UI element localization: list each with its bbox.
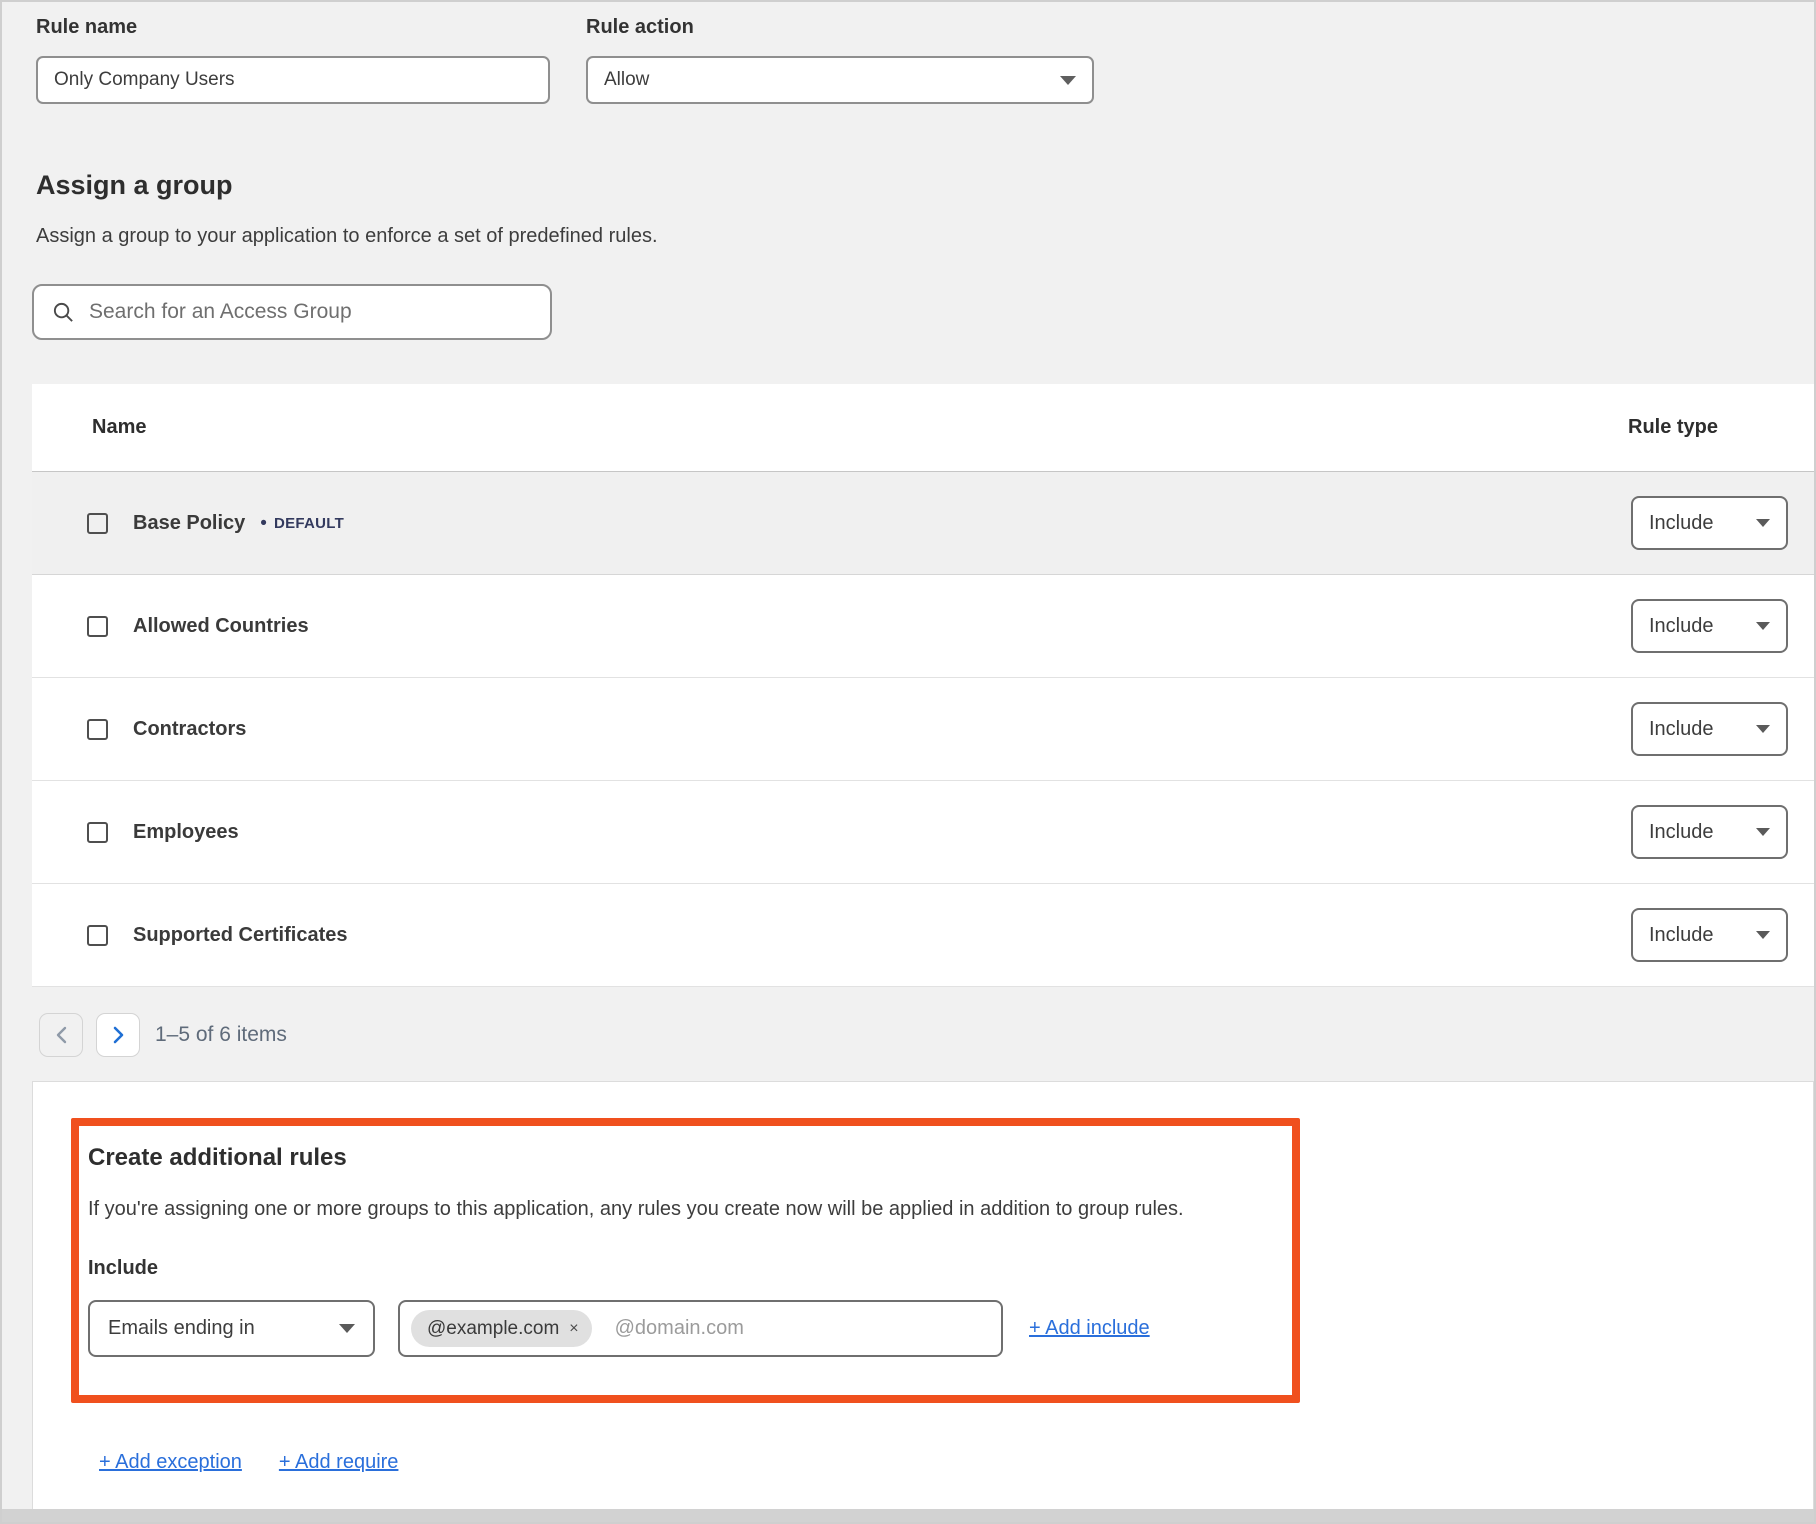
table-row-supported-certificates: Supported Certificates Include [32,884,1814,987]
email-domain-input[interactable] [615,1317,987,1340]
rule-type-value: Include [1649,718,1714,741]
table-row-contractors: Contractors Include [32,678,1814,781]
row-checkbox[interactable] [87,925,108,946]
rule-action-label: Rule action [586,16,1094,39]
include-label: Include [88,1257,1272,1280]
row-checkbox[interactable] [87,822,108,843]
default-badge: • DEFAULT [245,514,344,533]
rule-type-value: Include [1649,615,1714,638]
table-row-base-policy: Base Policy • DEFAULT Include [32,472,1814,575]
rule-name-field-group: Rule name [36,16,550,104]
rule-name-input[interactable] [54,69,532,91]
table-row-employees: Employees Include [32,781,1814,884]
rule-action-select[interactable]: Allow [586,56,1094,104]
row-name: Employees [133,821,239,844]
row-name: Supported Certificates [133,924,347,947]
additional-rules-description: If you're assigning one or more groups t… [88,1198,1272,1221]
add-include-link[interactable]: + Add include [1029,1317,1150,1340]
rule-action-value: Allow [604,69,649,91]
search-input[interactable] [89,300,536,324]
chevron-down-icon [339,1324,355,1333]
rule-type-select[interactable]: Include [1631,599,1788,653]
rule-name-label: Rule name [36,16,550,39]
row-name: Allowed Countries [133,615,309,638]
add-exception-link[interactable]: + Add exception [99,1451,242,1474]
search-icon [52,301,75,324]
column-header-rule-type: Rule type [1628,416,1788,439]
badge-label: DEFAULT [274,515,344,532]
assign-group-description: Assign a group to your application to en… [36,225,1814,248]
chevron-down-icon [1756,519,1770,527]
next-page-button[interactable] [96,1013,140,1057]
chevron-down-icon [1756,931,1770,939]
chevron-down-icon [1060,76,1076,85]
condition-value: Emails ending in [108,1317,255,1340]
table-header: Name Rule type [32,384,1814,472]
rule-type-select[interactable]: Include [1631,496,1788,550]
table-row-allowed-countries: Allowed Countries Include [32,575,1814,678]
column-header-name: Name [92,416,1628,439]
row-checkbox[interactable] [87,719,108,740]
row-name: Contractors [133,718,246,741]
rule-type-value: Include [1649,512,1714,535]
pagination: 1–5 of 6 items [39,1013,1814,1057]
window-bottom-edge [2,1509,1814,1522]
rule-type-select[interactable]: Include [1631,702,1788,756]
access-group-table: Name Rule type Base Policy • DEFAULT Inc… [32,384,1814,987]
row-checkbox[interactable] [87,513,108,534]
condition-select[interactable]: Emails ending in [88,1300,375,1357]
rule-type-select[interactable]: Include [1631,908,1788,962]
email-domain-input-wrapper: @example.com × [398,1300,1003,1357]
rule-controls: Emails ending in @example.com × + Add in… [88,1300,1272,1357]
tag-value: @example.com [427,1318,559,1340]
additional-rules-card: Create additional rules If you're assign… [32,1081,1814,1515]
rule-fields: Rule name Rule action Allow [2,2,1814,104]
access-group-search [32,284,552,340]
rule-name-input-wrapper [36,56,550,104]
highlight-box: Create additional rules If you're assign… [71,1118,1300,1403]
row-checkbox[interactable] [87,616,108,637]
chevron-right-icon [113,1026,124,1044]
chevron-down-icon [1756,622,1770,630]
row-name: Base Policy [133,512,245,535]
previous-page-button[interactable] [39,1013,83,1057]
rule-type-value: Include [1649,924,1714,947]
rule-type-select[interactable]: Include [1631,805,1788,859]
rule-type-value: Include [1649,821,1714,844]
chevron-down-icon [1756,725,1770,733]
chevron-down-icon [1756,828,1770,836]
tag-remove-icon[interactable]: × [569,1321,578,1337]
assign-group-title: Assign a group [36,170,1814,201]
additional-rules-title: Create additional rules [88,1144,1272,1172]
footer-links: + Add exception + Add require [99,1451,1813,1474]
chevron-left-icon [56,1026,67,1044]
rule-action-field-group: Rule action Allow [586,16,1094,104]
badge-dot: • [260,514,267,533]
email-domain-tag: @example.com × [411,1310,592,1347]
add-require-link[interactable]: + Add require [279,1451,399,1474]
pagination-range: 1–5 of 6 items [155,1023,287,1047]
